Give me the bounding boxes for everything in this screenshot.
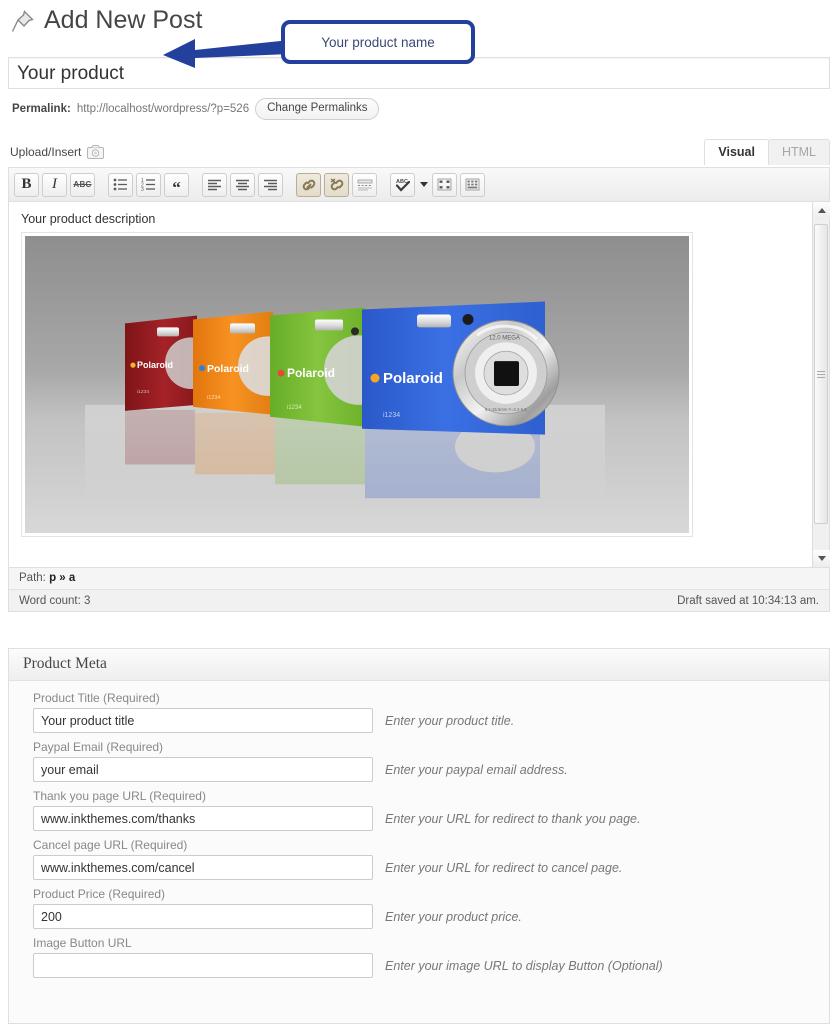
hint-cancel-url: Enter your URL for redirect to cancel pa… [385, 860, 623, 875]
hint-thankyou-url: Enter your URL for redirect to thank you… [385, 811, 641, 826]
camera-blue: 12.0 MEGA 5.1-25.5mm F=3.2-5.8 Polaroid … [362, 301, 560, 435]
svg-text:i1234: i1234 [287, 405, 302, 411]
spellcheck-dropdown-arrow[interactable] [417, 173, 430, 197]
align-center-icon[interactable] [230, 172, 255, 197]
svg-text:Polaroid: Polaroid [287, 366, 335, 380]
insert-more-tag-icon[interactable] [352, 172, 377, 197]
align-left-icon[interactable] [202, 172, 227, 197]
upload-insert-label: Upload/Insert [10, 144, 82, 159]
field-row-product-title: Your product title Enter your product ti… [9, 708, 829, 740]
field-row-thankyou-url: www.inkthemes.com/thanks Enter your URL … [9, 806, 829, 838]
svg-text:5.1-25.5mm F=3.2-5.8: 5.1-25.5mm F=3.2-5.8 [485, 407, 527, 412]
hint-paypal-email: Enter your paypal email address. [385, 762, 568, 777]
page-header: Add New Post [10, 6, 202, 35]
change-permalinks-button[interactable]: Change Permalinks [255, 98, 380, 120]
field-label-cancel-url: Cancel page URL (Required) [33, 838, 188, 852]
svg-text:12.0 MEGA: 12.0 MEGA [489, 335, 520, 341]
scroll-up-arrow-icon[interactable] [813, 202, 830, 219]
page-title: Add New Post [44, 6, 203, 34]
product-title-input[interactable]: Your product title [33, 708, 373, 733]
pushpin-icon [10, 8, 36, 34]
path-label: Path: [19, 572, 46, 584]
blockquote-button[interactable]: “ [164, 172, 189, 197]
tab-visual[interactable]: Visual [704, 139, 769, 165]
field-row-cancel-url: www.inkthemes.com/cancel Enter your URL … [9, 855, 829, 887]
scrollbar-grip-icon [817, 369, 825, 380]
image-button-url-input[interactable] [33, 953, 373, 978]
unordered-list-icon[interactable] [108, 172, 133, 197]
post-editor-panel: B I ABC 123 “ ABC Your product descripti… [8, 167, 830, 612]
cancel-url-input[interactable]: www.inkthemes.com/cancel [33, 855, 373, 880]
svg-text:i1234: i1234 [383, 412, 400, 419]
permalink-url[interactable]: http://localhost/wordpress/?p=526 [77, 103, 249, 115]
paypal-email-input[interactable]: your email [33, 757, 373, 782]
field-label-product-price: Product Price (Required) [33, 887, 166, 901]
permalink-label: Permalink: [12, 103, 71, 115]
kitchen-sink-icon[interactable] [460, 172, 485, 197]
lens-assembly: 12.0 MEGA 5.1-25.5mm F=3.2-5.8 [452, 319, 560, 427]
hint-product-price: Enter your product price. [385, 909, 522, 924]
svg-text:Polaroid: Polaroid [137, 360, 173, 370]
fullscreen-icon[interactable] [432, 172, 457, 197]
align-right-icon[interactable] [258, 172, 283, 197]
annotation-text: Your product name [321, 34, 435, 50]
annotation-callout: Your product name [281, 20, 475, 64]
unlink-icon[interactable] [324, 172, 349, 197]
field-row-paypal-email: your email Enter your paypal email addre… [9, 757, 829, 789]
permalink-row: Permalink: http://localhost/wordpress/?p… [12, 98, 380, 120]
word-count: Word count: 3 [19, 594, 91, 607]
draft-saved-status: Draft saved at 10:34:13 am. [677, 594, 819, 607]
editor-status-bar: Word count: 3 Draft saved at 10:34:13 am… [9, 589, 829, 611]
product-meta-fields: Product Title (Required) Your product ti… [9, 681, 829, 985]
field-row-product-price: 200 Enter your product price. [9, 904, 829, 936]
media-camera-icon[interactable] [87, 144, 105, 159]
svg-text:Polaroid: Polaroid [207, 364, 249, 375]
upload-insert-row: Upload/Insert [10, 144, 105, 159]
editor-mode-tabs: Visual HTML [704, 139, 830, 165]
field-label-image-button-url: Image Button URL [33, 936, 132, 950]
svg-text:i1234: i1234 [137, 389, 149, 395]
hint-product-title: Enter your product title. [385, 713, 515, 728]
field-label-thankyou-url: Thank you page URL (Required) [33, 789, 206, 803]
product-meta-box: Product Meta Product Title (Required) Yo… [8, 648, 830, 1024]
field-label-product-title: Product Title (Required) [33, 691, 160, 705]
editor-content-area[interactable]: Your product description Polaroid i1234 … [9, 202, 829, 567]
path-value[interactable]: p » a [49, 572, 75, 584]
product-meta-title: Product Meta [9, 649, 829, 681]
wordpress-add-post-screen: Add New Post Your product Permalink: htt… [0, 0, 838, 1024]
editor-scrollbar[interactable] [812, 202, 830, 567]
field-label-paypal-email: Paypal Email (Required) [33, 740, 164, 754]
polaroid-cameras-image: Polaroid i1234 Polaroid i1234 Polaroid i… [25, 236, 689, 533]
editor-image-frame: Polaroid i1234 Polaroid i1234 Polaroid i… [21, 232, 693, 537]
strikethrough-button[interactable]: ABC [70, 172, 95, 197]
insert-link-icon[interactable] [296, 172, 321, 197]
editor-path-bar: Path: p » a [9, 567, 829, 589]
bold-button[interactable]: B [14, 172, 39, 197]
scrollbar-thumb[interactable] [814, 224, 828, 524]
tab-html[interactable]: HTML [767, 139, 830, 165]
editor-toolbar: B I ABC 123 “ ABC [9, 168, 829, 202]
field-row-image-button-url: Enter your image URL to display Button (… [9, 953, 829, 985]
ordered-list-icon[interactable]: 123 [136, 172, 161, 197]
italic-button[interactable]: I [42, 172, 67, 197]
annotation-arrow-icon [163, 39, 290, 68]
svg-text:i1234: i1234 [207, 395, 220, 401]
scroll-down-arrow-icon[interactable] [813, 550, 830, 567]
editor-description-text: Your product description [21, 212, 156, 226]
svg-text:3: 3 [141, 187, 144, 191]
spellcheck-icon[interactable]: ABC [390, 172, 415, 197]
svg-text:Polaroid: Polaroid [383, 370, 443, 387]
hint-image-button-url: Enter your image URL to display Button (… [385, 958, 663, 973]
product-price-input[interactable]: 200 [33, 904, 373, 929]
thankyou-url-input[interactable]: www.inkthemes.com/thanks [33, 806, 373, 831]
